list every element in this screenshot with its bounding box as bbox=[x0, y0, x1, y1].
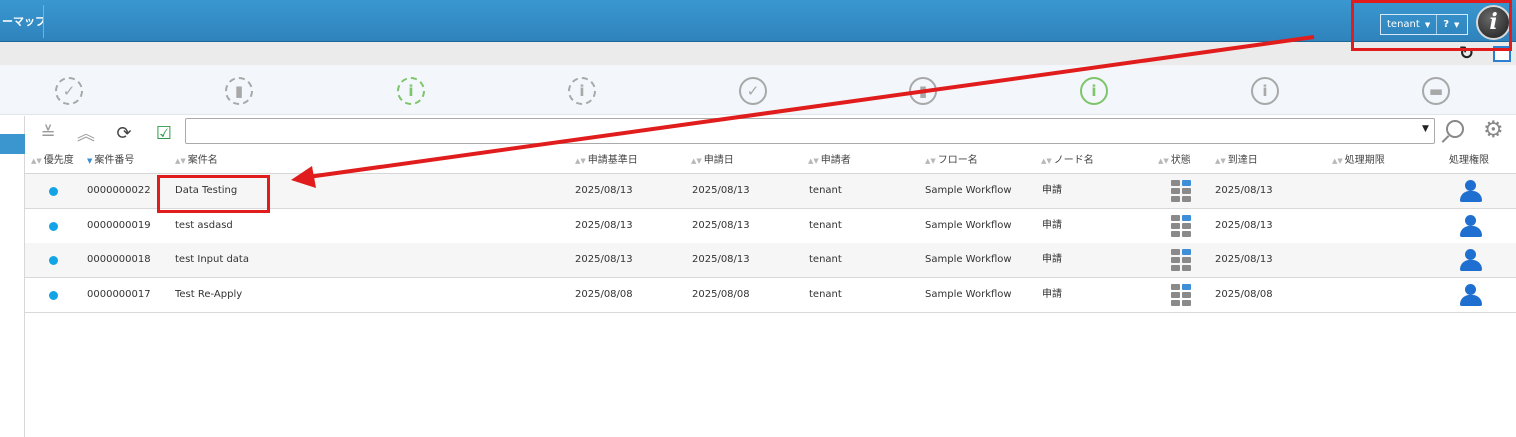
annotation-arrow-line bbox=[307, 35, 1315, 179]
annotation-arrow-head bbox=[291, 166, 316, 188]
annotation-arrow bbox=[291, 35, 1315, 188]
